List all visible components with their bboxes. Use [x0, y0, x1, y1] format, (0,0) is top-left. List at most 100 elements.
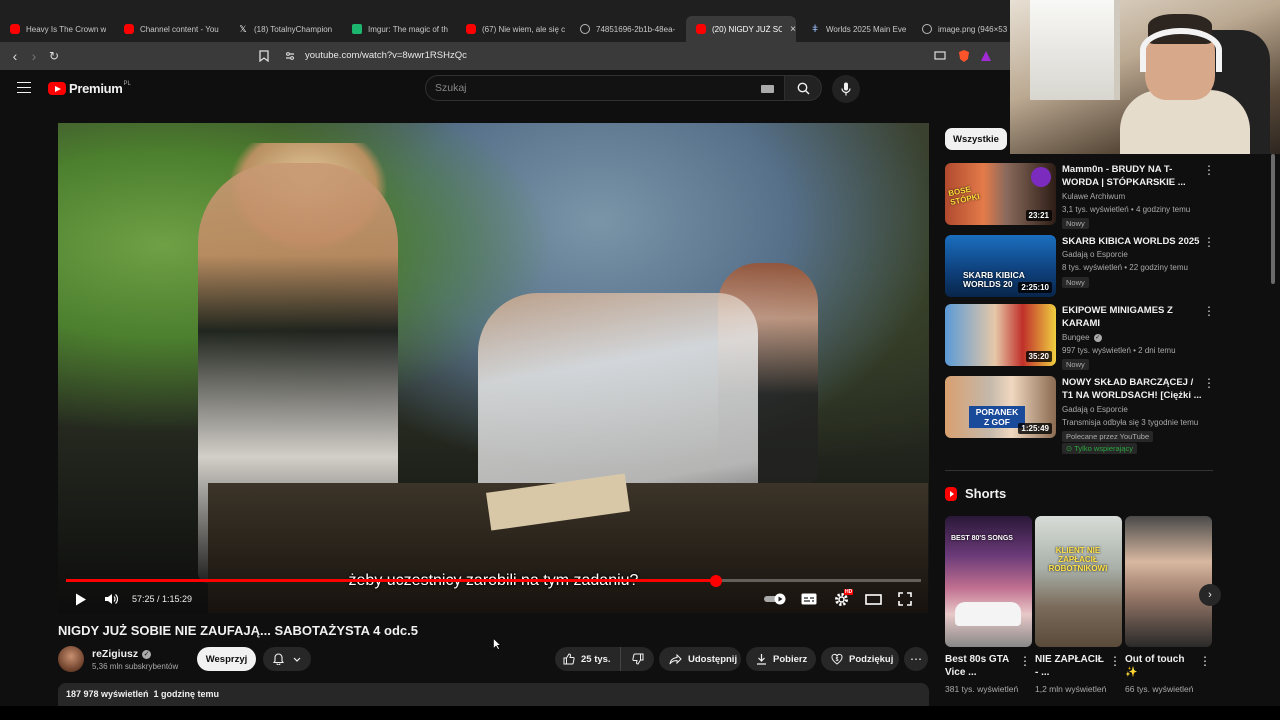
browser-tab[interactable]: 74851696-2b1b-48ea- — [570, 18, 680, 40]
video-title[interactable]: SKARB KIBICA WORLDS 2025 — [1062, 235, 1202, 248]
page-scrollbar[interactable] — [1271, 154, 1275, 284]
menu-icon[interactable] — [17, 82, 31, 93]
search-button[interactable] — [784, 75, 822, 101]
recommended-badge: Polecane przez YouTube — [1062, 431, 1154, 442]
search-box[interactable] — [425, 75, 785, 101]
more-horizontal-icon: ⋯ — [910, 652, 922, 666]
youtube-icon — [466, 24, 476, 34]
theater-mode-button[interactable] — [862, 589, 884, 609]
browser-tab[interactable]: (67) Nie wiem, ale się c — [456, 18, 566, 40]
play-button[interactable] — [72, 589, 90, 609]
video-title[interactable]: Mamm0n - BRUDY NA T-WORDA | STÓPKARSKIE … — [1062, 163, 1202, 189]
short-title[interactable]: NIE ZAPŁACIŁ - ... — [1035, 653, 1105, 679]
browser-tab[interactable]: Channel content - You — [114, 18, 226, 40]
video-title[interactable]: EKIPOWE MINIGAMES Z KARAMI — [1062, 304, 1202, 330]
globe-icon — [580, 24, 590, 34]
share-button[interactable]: Udostępnij — [659, 647, 741, 671]
short-thumbnail[interactable] — [1125, 516, 1212, 647]
recommended-video[interactable]: 35:20 EKIPOWE MINIGAMES Z KARAMI Bungee ✓… — [945, 304, 1215, 370]
brave-shield-icon[interactable] — [958, 49, 970, 63]
recommended-video[interactable]: BOSE STÓPKI 23:21 Mamm0n - BRUDY NA T-WO… — [945, 163, 1215, 229]
download-button[interactable]: Pobierz — [746, 647, 816, 671]
bell-icon — [273, 653, 285, 665]
notifications-button[interactable] — [263, 647, 311, 671]
short-item[interactable]: Out of touch ✨ 66 tys. wyświetleń ⋮ — [1125, 516, 1212, 694]
channel-name[interactable]: Bungee ✓ — [1062, 333, 1102, 342]
channel-name[interactable]: Kulawe Archiwum — [1062, 192, 1125, 201]
more-vertical-icon[interactable]: ⋮ — [1203, 377, 1215, 389]
short-title[interactable]: Out of touch ✨ — [1125, 653, 1195, 679]
short-title[interactable]: Best 80s GTA Vice ... — [945, 653, 1015, 679]
video-thumbnail[interactable]: SKARB KIBICA WORLDS 20 2:25:10 — [945, 235, 1056, 297]
filter-chip-all[interactable]: Wszystkie — [945, 128, 1007, 150]
channel-name[interactable]: Gadają o Esporcie — [1062, 250, 1128, 259]
video-title: NIGDY JUŻ SOBIE NIE ZAUFAJĄ... SABOTAŻYS… — [58, 623, 418, 638]
thumbnail-text: PORANEK Z GOF — [969, 406, 1025, 428]
brave-rewards-icon[interactable] — [980, 50, 992, 62]
bookmark-icon[interactable] — [259, 50, 269, 62]
more-vertical-icon[interactable]: ⋮ — [1203, 305, 1215, 317]
video-player[interactable]: żeby uczestnicy zarobili na tym zadaniu?… — [58, 123, 929, 613]
close-icon[interactable]: × — [790, 24, 796, 35]
shorts-next-button[interactable]: › — [1199, 584, 1221, 606]
recommended-video[interactable]: PORANEK Z GOF 1:25:49 NOWY SKŁAD BARCZĄC… — [945, 376, 1215, 456]
browser-tab-active[interactable]: (20) NIGDY JUŻ SO × — [686, 16, 796, 42]
video-duration: 1:25:49 — [1018, 423, 1052, 434]
more-vertical-icon[interactable]: ⋮ — [1203, 164, 1215, 176]
short-item[interactable]: BEST 80'S SONGS Best 80s GTA Vice ... 38… — [945, 516, 1032, 694]
super-thanks-icon: $ — [831, 653, 843, 665]
headset-shape — [1140, 28, 1222, 72]
progress-bar[interactable] — [66, 574, 921, 587]
cast-icon[interactable] — [934, 51, 946, 61]
url-text[interactable]: youtube.com/watch?v=8wwr1RSHzQc — [305, 50, 467, 61]
play-icon — [76, 593, 86, 605]
browser-tab[interactable]: ǂ Worlds 2025 Main Eve — [800, 18, 910, 40]
video-title[interactable]: NOWY SKŁAD BARCZĄCEJ / T1 NA WORLDSACH! … — [1062, 376, 1202, 402]
more-vertical-icon[interactable]: ⋮ — [1109, 655, 1121, 667]
settings-button[interactable]: HD — [830, 589, 854, 609]
video-thumbnail[interactable]: BOSE STÓPKI 23:21 — [945, 163, 1056, 225]
short-thumbnail[interactable]: KLIENT NIE ZAPŁACIŁ ROBOTNIKOWI — [1035, 516, 1122, 647]
short-views: 381 tys. wyświetleń — [945, 684, 1019, 694]
back-button[interactable]: ‹ — [7, 48, 23, 64]
like-button[interactable]: 25 tys. — [555, 647, 621, 671]
volume-button[interactable] — [102, 589, 120, 609]
voice-search-button[interactable] — [832, 75, 860, 103]
search-input[interactable] — [435, 82, 735, 94]
reload-button[interactable]: ↻ — [46, 48, 62, 64]
fullscreen-button[interactable] — [894, 589, 916, 609]
youtube-logo[interactable]: Premium PL — [48, 81, 131, 96]
support-button[interactable]: Wesprzyj — [197, 647, 256, 671]
browser-tab[interactable]: image.png (946×53 — [912, 18, 1012, 40]
more-vertical-icon[interactable]: ⋮ — [1019, 655, 1031, 667]
forward-button[interactable]: › — [26, 48, 42, 64]
channel-avatar[interactable] — [58, 646, 84, 672]
video-thumbnail[interactable]: 35:20 — [945, 304, 1056, 366]
keyboard-icon[interactable] — [761, 85, 774, 93]
short-thumbnail[interactable]: BEST 80'S SONGS — [945, 516, 1032, 647]
channel-name[interactable]: Gadają o Esporcie — [1062, 405, 1128, 414]
browser-tab[interactable]: Imgur: The magic of th — [342, 18, 452, 40]
tab-label: image.png (946×53 — [938, 24, 1008, 34]
more-vertical-icon[interactable]: ⋮ — [1199, 655, 1211, 667]
channel-name[interactable]: reZigiusz ✓ — [92, 648, 152, 660]
recommended-video[interactable]: SKARB KIBICA WORLDS 20 2:25:10 SKARB KIB… — [945, 235, 1215, 301]
region-code: PL — [123, 80, 131, 87]
video-thumbnail[interactable]: PORANEK Z GOF 1:25:49 — [945, 376, 1056, 438]
more-vertical-icon[interactable]: ⋮ — [1203, 236, 1215, 248]
thanks-button[interactable]: $ Podziękuj — [821, 647, 899, 671]
tp-icon: ǂ — [812, 23, 818, 35]
browser-tab[interactable]: Heavy Is The Crown w — [0, 18, 112, 40]
site-info-icon[interactable] — [285, 51, 295, 61]
more-actions-button[interactable]: ⋯ — [904, 647, 928, 671]
browser-tab[interactable]: 𝕏 (18) TotalnyChampion — [228, 18, 338, 40]
short-item[interactable]: KLIENT NIE ZAPŁACIŁ ROBOTNIKOWI NIE ZAPŁ… — [1035, 516, 1122, 694]
short-thumbnail-text: KLIENT NIE ZAPŁACIŁ ROBOTNIKOWI — [1048, 546, 1108, 573]
subtitles-button[interactable] — [798, 589, 820, 609]
dislike-button[interactable] — [621, 647, 654, 671]
video-duration: 35:20 — [1025, 351, 1052, 362]
microphone-icon — [841, 82, 851, 96]
bottom-edge — [0, 706, 1280, 720]
views-and-date: 187 978 wyświetleń 1 godzinę temu — [66, 689, 220, 699]
autoplay-toggle[interactable] — [762, 589, 788, 609]
